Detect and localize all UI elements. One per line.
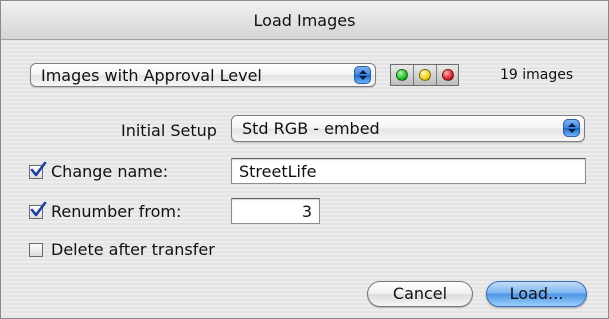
- red-dot-icon: [442, 69, 454, 81]
- change-name-checkbox[interactable]: [29, 161, 47, 179]
- renumber-field[interactable]: 3: [231, 198, 320, 224]
- approval-level-red[interactable]: [436, 65, 458, 85]
- change-name-label: Change name:: [51, 162, 169, 181]
- checkmark-icon: [30, 201, 47, 217]
- delete-after-transfer-checkbox[interactable]: [29, 243, 43, 257]
- approval-filter-value: Images with Approval Level: [41, 66, 262, 85]
- yellow-dot-icon: [419, 69, 431, 81]
- approval-level-yellow[interactable]: [413, 65, 435, 85]
- approval-level-green[interactable]: [391, 65, 413, 85]
- load-images-dialog: Load Images Images with Approval Level 1…: [0, 0, 609, 319]
- title-bar: Load Images: [1, 1, 608, 40]
- renumber-checkbox[interactable]: [29, 201, 47, 219]
- initial-setup-popup[interactable]: Std RGB - embed: [231, 115, 585, 142]
- change-name-field[interactable]: StreetLife: [231, 158, 586, 184]
- initial-setup-value: Std RGB - embed: [242, 119, 380, 138]
- load-button[interactable]: Load...: [486, 281, 587, 307]
- checkmark-icon: [30, 161, 47, 177]
- image-count: 19 images: [500, 67, 574, 83]
- popup-arrows-icon: [354, 66, 371, 84]
- dialog-title: Load Images: [253, 11, 356, 30]
- popup-arrows-icon: [563, 119, 580, 137]
- green-dot-icon: [396, 69, 408, 81]
- cancel-button[interactable]: Cancel: [367, 281, 473, 307]
- delete-after-transfer-label: Delete after transfer: [51, 240, 215, 259]
- approval-filter-popup[interactable]: Images with Approval Level: [30, 63, 376, 87]
- renumber-label: Renumber from:: [51, 202, 182, 221]
- approval-color-selector: [390, 64, 459, 86]
- initial-setup-label: Initial Setup: [121, 121, 217, 140]
